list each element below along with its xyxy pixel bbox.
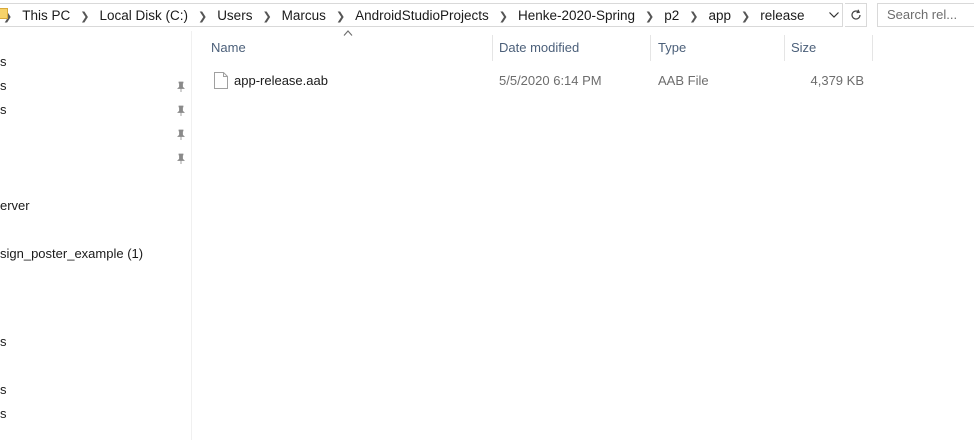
address-bar[interactable]: ❯ This PC ❯ Local Disk (C:) ❯ Users ❯ Ma… [0,3,843,27]
file-row[interactable]: app-release.aab 5/5/2020 6:14 PM AAB Fil… [205,69,875,93]
search-input[interactable]: Search rel... [877,3,974,27]
nav-item[interactable]: s [0,50,7,74]
breadcrumb-androidstudioprojects[interactable]: AndroidStudioProjects [349,4,495,28]
address-history-chevron-down-icon[interactable] [826,3,842,27]
folder-icon [0,8,8,19]
breadcrumb-this-pc[interactable]: This PC [16,4,76,28]
column-divider[interactable] [872,35,873,61]
breadcrumb-henke-2020-spring[interactable]: Henke-2020-Spring [512,4,641,28]
file-type: AAB File [658,73,709,88]
pane-divider[interactable] [191,31,192,440]
breadcrumb-separator-icon[interactable]: ❯ [641,10,658,23]
breadcrumb-users[interactable]: Users [211,4,258,28]
nav-item[interactable]: erver [0,194,30,218]
pin-icon[interactable] [175,129,187,141]
pin-icon[interactable] [175,105,187,117]
nav-item[interactable]: sign_poster_example (1) [0,242,143,266]
file-date-modified: 5/5/2020 6:14 PM [499,73,602,88]
breadcrumb-separator-icon[interactable]: ❯ [685,10,702,23]
file-name[interactable]: app-release.aab [234,69,328,93]
breadcrumb-separator-icon[interactable]: ❯ [495,10,512,23]
breadcrumb-app[interactable]: app [703,4,738,28]
address-bar-row: ❯ This PC ❯ Local Disk (C:) ❯ Users ❯ Ma… [0,0,974,31]
breadcrumb-separator-icon[interactable]: ❯ [194,10,211,23]
breadcrumb-separator-icon[interactable]: ❯ [737,10,754,23]
navigation-pane: s s s erver sign_poster_example (1) s s … [0,31,191,440]
file-size: 4,379 KB [810,73,865,88]
file-icon [214,72,228,89]
pin-icon[interactable] [175,153,187,165]
pin-icon[interactable] [175,81,187,93]
breadcrumb-separator-icon[interactable]: ❯ [258,10,275,23]
nav-item[interactable]: s [0,98,7,122]
column-header-name[interactable]: Name [204,35,492,61]
breadcrumb: ❯ This PC ❯ Local Disk (C:) ❯ Users ❯ Ma… [0,4,811,28]
breadcrumb-p2[interactable]: p2 [658,4,685,28]
breadcrumb-separator-icon[interactable]: ❯ [76,10,93,23]
nav-item[interactable]: s [0,330,7,354]
nav-item[interactable]: s [0,74,7,98]
nav-item[interactable]: s [0,378,7,402]
breadcrumb-separator-icon[interactable]: ❯ [332,10,349,23]
breadcrumb-release[interactable]: release [754,4,810,28]
breadcrumb-local-disk[interactable]: Local Disk (C:) [93,4,194,28]
column-header-date-modified[interactable]: Date modified [492,35,650,61]
breadcrumb-marcus[interactable]: Marcus [276,4,332,28]
column-header-type[interactable]: Type [651,35,784,61]
nav-item[interactable]: s [0,402,7,426]
refresh-icon[interactable] [845,3,867,27]
column-header-size[interactable]: Size [784,35,872,61]
